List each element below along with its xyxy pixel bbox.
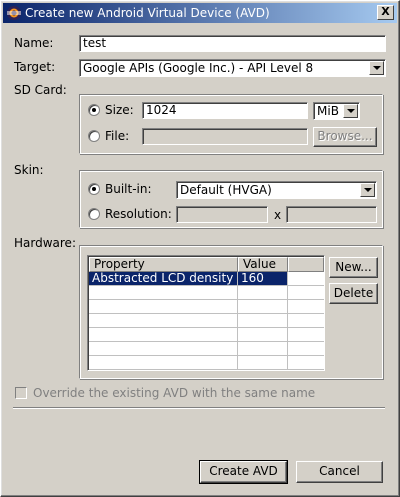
column-header-property[interactable]: Property — [89, 257, 238, 272]
table-row — [89, 328, 324, 342]
table-cell-value: 160 — [238, 272, 288, 286]
window-title: Create new Android Virtual Device (AVD) — [25, 6, 270, 20]
sdcard-unit-select[interactable]: MiB — [313, 102, 360, 120]
table-row — [89, 342, 324, 356]
target-select-value: Google APIs (Google Inc.) - API Level 8 — [83, 61, 314, 75]
sdcard-file-input[interactable] — [142, 128, 308, 145]
avd-dialog-window: Create new Android Virtual Device (AVD) … — [0, 0, 400, 497]
sdcard-size-radio[interactable] — [88, 104, 100, 116]
hardware-label: Hardware: — [14, 236, 76, 250]
browse-button[interactable]: Browse... — [313, 127, 377, 147]
table-cell-property: Abstracted LCD density — [89, 272, 238, 286]
resolution-separator: x — [274, 208, 282, 222]
skin-builtin-label: Built-in: — [105, 182, 152, 196]
override-label: Override the existing AVD with the same … — [33, 386, 316, 400]
sdcard-file-label: File: — [105, 129, 130, 143]
table-row — [89, 314, 324, 328]
sdcard-size-input[interactable]: 1024 — [142, 102, 308, 119]
skin-label: Skin: — [14, 163, 44, 177]
table-cell-filler — [288, 272, 324, 286]
table-row[interactable]: Abstracted LCD density 160 — [89, 272, 324, 286]
sdcard-label: SD Card: — [14, 83, 67, 97]
chevron-down-icon[interactable] — [369, 61, 384, 75]
table-row — [89, 286, 324, 300]
skin-resolution-height-input[interactable] — [286, 206, 377, 223]
skin-builtin-value: Default (HVGA) — [180, 183, 272, 197]
new-property-button[interactable]: New... — [329, 257, 378, 278]
override-checkbox[interactable] — [15, 387, 27, 399]
skin-resolution-label: Resolution: — [105, 207, 172, 221]
sdcard-file-radio[interactable] — [88, 130, 100, 142]
column-header-value[interactable]: Value — [238, 257, 288, 272]
delete-property-button[interactable]: Delete — [329, 283, 378, 304]
eclipse-app-icon — [7, 6, 21, 20]
target-select[interactable]: Google APIs (Google Inc.) - API Level 8 — [79, 59, 386, 77]
skin-resolution-radio[interactable] — [88, 208, 100, 220]
chevron-down-icon[interactable] — [343, 104, 358, 118]
table-row — [89, 300, 324, 314]
cancel-button[interactable]: Cancel — [296, 461, 383, 483]
hardware-table[interactable]: Property Value Abstracted LCD density 16… — [87, 255, 325, 371]
column-header-filler — [288, 257, 324, 272]
skin-resolution-width-input[interactable] — [176, 206, 268, 223]
name-input[interactable]: test — [79, 35, 386, 52]
table-row — [89, 356, 324, 370]
target-label: Target: — [14, 60, 56, 74]
close-icon[interactable]: X — [377, 5, 394, 20]
title-bar[interactable]: Create new Android Virtual Device (AVD) … — [3, 3, 397, 23]
create-avd-button[interactable]: Create AVD — [199, 460, 288, 484]
sdcard-unit-value: MiB — [317, 104, 339, 118]
footer-separator — [13, 407, 385, 409]
skin-builtin-select[interactable]: Default (HVGA) — [176, 181, 377, 199]
skin-builtin-radio[interactable] — [88, 183, 100, 195]
name-label: Name: — [14, 36, 54, 50]
sdcard-size-label: Size: — [105, 103, 134, 117]
chevron-down-icon[interactable] — [360, 183, 375, 197]
